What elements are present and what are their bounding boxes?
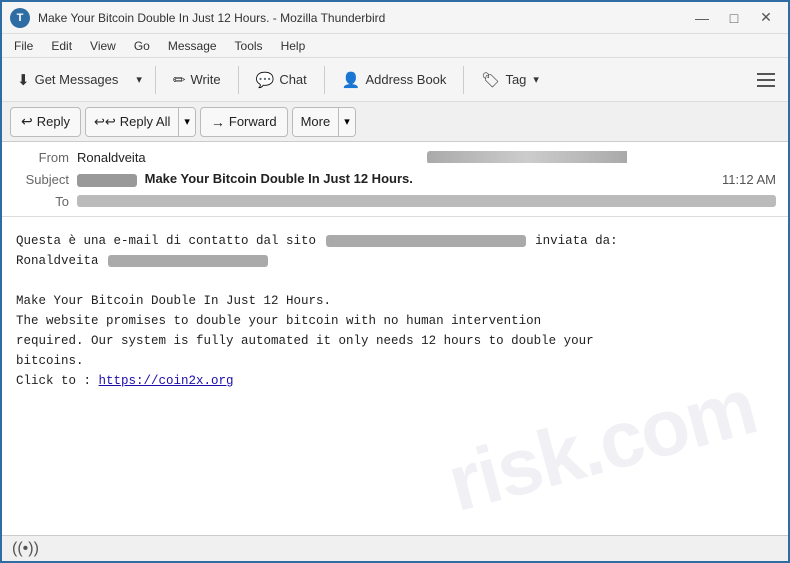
toolbar-separator-1	[155, 66, 156, 94]
write-button[interactable]: ✏ Write	[164, 63, 230, 97]
status-bar: ((•))	[2, 535, 788, 561]
maximize-button[interactable]: □	[720, 7, 748, 29]
menu-help[interactable]: Help	[273, 37, 314, 55]
get-messages-dropdown[interactable]: ▾	[131, 63, 147, 97]
window-title: Make Your Bitcoin Double In Just 12 Hour…	[38, 11, 688, 25]
subject-text: Make Your Bitcoin Double In Just 12 Hour…	[145, 171, 413, 186]
get-messages-icon: ⬇	[17, 71, 30, 89]
tag-icon: 🏷	[481, 71, 500, 89]
menu-file[interactable]: File	[6, 37, 41, 55]
chat-button[interactable]: 💬 Chat	[247, 63, 316, 97]
hamburger-line-2	[757, 79, 775, 81]
title-bar: T Make Your Bitcoin Double In Just 12 Ho…	[2, 2, 788, 34]
minimize-button[interactable]: —	[688, 7, 716, 29]
address-book-icon: 👤	[342, 71, 361, 89]
menu-edit[interactable]: Edit	[43, 37, 80, 55]
hamburger-line-1	[757, 73, 775, 75]
hamburger-line-3	[757, 85, 775, 87]
from-row: From Ronaldveita	[2, 146, 788, 168]
forward-button[interactable]: → Forward	[200, 107, 288, 137]
reply-all-dropdown[interactable]: ▾	[179, 108, 195, 136]
more-button[interactable]: More	[293, 108, 340, 136]
reply-all-button[interactable]: ↩↩ Reply All	[86, 108, 179, 136]
reply-all-icon: ↩↩	[94, 114, 116, 130]
email-body: risk.com Questa è una e-mail di contatto…	[2, 217, 788, 539]
tag-dropdown-arrow: ▾	[533, 73, 539, 86]
toolbar-separator-3	[324, 66, 325, 94]
hamburger-menu-button[interactable]	[750, 64, 782, 96]
tag-button[interactable]: 🏷 Tag ▾	[472, 63, 548, 97]
email-header: From Ronaldveita Subject Make Your Bitco…	[2, 142, 788, 217]
window-controls: — □ ✕	[688, 7, 780, 29]
main-content: From Ronaldveita Subject Make Your Bitco…	[2, 142, 788, 539]
toolbar-separator-4	[463, 66, 464, 94]
get-messages-button[interactable]: ⬇ Get Messages	[8, 63, 127, 97]
body-paragraph-1: Questa è una e-mail di contatto dal sito…	[16, 231, 774, 271]
to-address	[77, 195, 776, 207]
toolbar-separator-2	[238, 66, 239, 94]
menu-tools[interactable]: Tools	[227, 37, 271, 55]
body-blurred-email	[108, 255, 268, 267]
main-toolbar: ⬇ Get Messages ▾ ✏ Write 💬 Chat 👤 Addres…	[2, 58, 788, 102]
address-book-button[interactable]: 👤 Address Book	[333, 63, 456, 97]
subject-label: Subject	[14, 172, 69, 187]
action-toolbar: ↩ Reply ↩↩ Reply All ▾ → Forward More ▾	[2, 102, 788, 142]
reply-all-split-button: ↩↩ Reply All ▾	[85, 107, 196, 137]
email-time: 11:12 AM	[722, 172, 776, 187]
to-row: To	[2, 190, 788, 212]
menu-message[interactable]: Message	[160, 37, 225, 55]
status-icon: ((•))	[12, 540, 39, 558]
reply-button[interactable]: ↩ Reply	[10, 107, 81, 137]
subject-row: Subject Make Your Bitcoin Double In Just…	[2, 168, 788, 190]
more-split-button: More ▾	[292, 107, 356, 137]
forward-icon: →	[211, 114, 225, 130]
menu-view[interactable]: View	[82, 37, 124, 55]
from-email	[427, 151, 777, 164]
close-button[interactable]: ✕	[752, 7, 780, 29]
from-name: Ronaldveita	[77, 150, 427, 165]
to-label: To	[14, 194, 69, 209]
write-icon: ✏	[173, 71, 186, 89]
menu-go[interactable]: Go	[126, 37, 158, 55]
from-label: From	[14, 150, 69, 165]
subject-prefix-blur	[77, 174, 137, 187]
app-icon: T	[10, 8, 30, 28]
chat-icon: 💬	[256, 71, 275, 89]
subject-value: Make Your Bitcoin Double In Just 12 Hour…	[77, 171, 722, 186]
body-blurred-url	[326, 235, 526, 247]
reply-icon: ↩	[21, 113, 33, 130]
menu-bar: File Edit View Go Message Tools Help	[2, 34, 788, 58]
coin2x-link[interactable]: https://coin2x.org	[99, 374, 234, 388]
body-paragraph-2: Make Your Bitcoin Double In Just 12 Hour…	[16, 291, 774, 391]
more-dropdown[interactable]: ▾	[339, 108, 355, 136]
